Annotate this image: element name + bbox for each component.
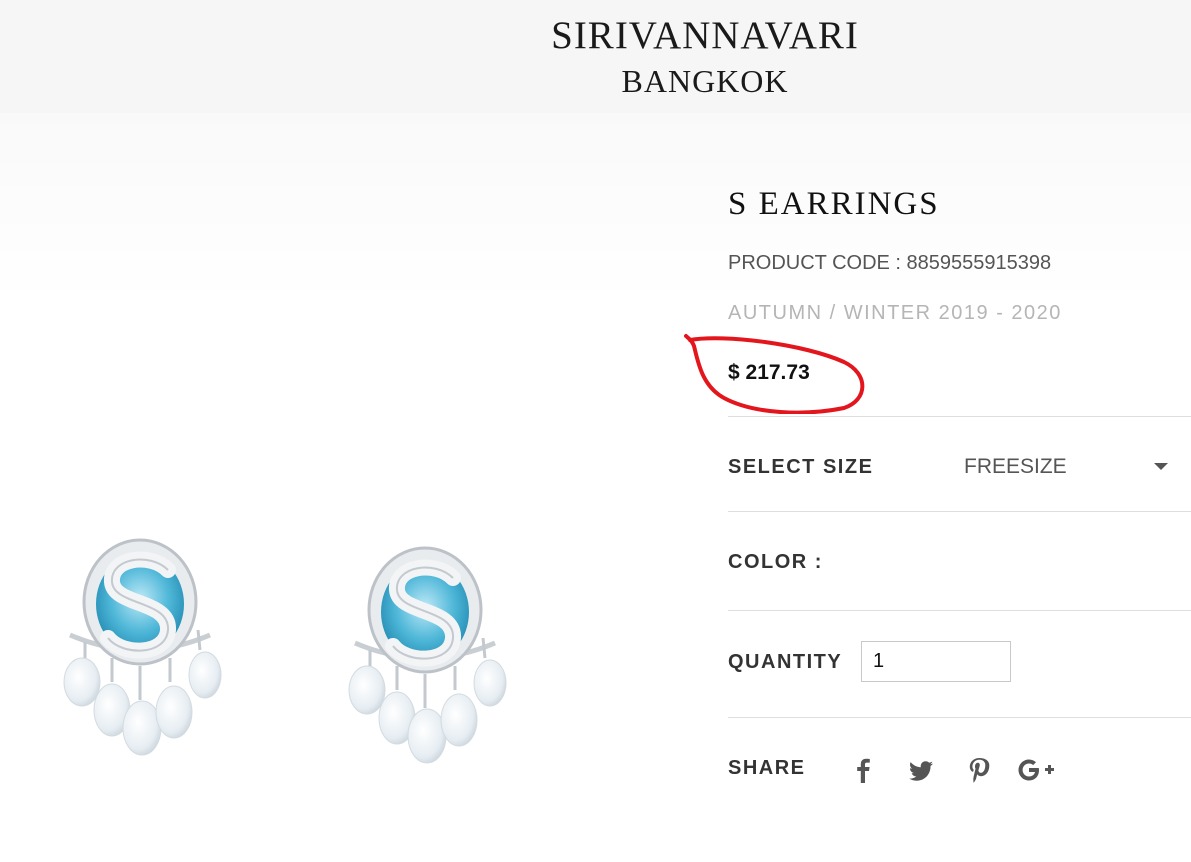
quantity-input[interactable] — [861, 641, 1011, 682]
facebook-icon[interactable] — [848, 755, 878, 785]
right-earring — [349, 548, 506, 763]
left-earring — [64, 540, 221, 755]
collection-season: AUTUMN / WINTER 2019 - 2020 — [728, 302, 1062, 324]
color-label: COLOR : — [728, 551, 823, 573]
site-header: SIRIVANNAVARI BANGKOK — [0, 0, 1191, 113]
google-plus-icon[interactable] — [1016, 755, 1058, 785]
earrings-image — [40, 520, 540, 780]
chevron-down-icon — [1154, 463, 1168, 470]
pinterest-icon[interactable] — [964, 755, 994, 785]
product-title: S EARRINGS — [728, 186, 940, 222]
product-code: PRODUCT CODE : 8859555915398 — [728, 252, 1052, 274]
brand-name: SIRIVANNAVARI — [551, 14, 859, 57]
quantity-label: QUANTITY — [728, 651, 843, 673]
divider — [728, 416, 1191, 417]
price-annotation-circle — [684, 334, 865, 414]
divider — [728, 717, 1191, 718]
product-image — [40, 520, 540, 780]
divider — [728, 511, 1191, 512]
select-size-label: SELECT SIZE — [728, 456, 874, 478]
share-label: SHARE — [728, 757, 806, 779]
twitter-icon[interactable] — [906, 755, 936, 785]
size-selected-value: FREESIZE — [964, 455, 1067, 478]
size-dropdown[interactable]: FREESIZE — [964, 453, 1174, 483]
brand-logo[interactable]: SIRIVANNAVARI BANGKOK — [540, 14, 870, 100]
divider — [728, 610, 1191, 611]
brand-location: BANGKOK — [621, 63, 789, 99]
